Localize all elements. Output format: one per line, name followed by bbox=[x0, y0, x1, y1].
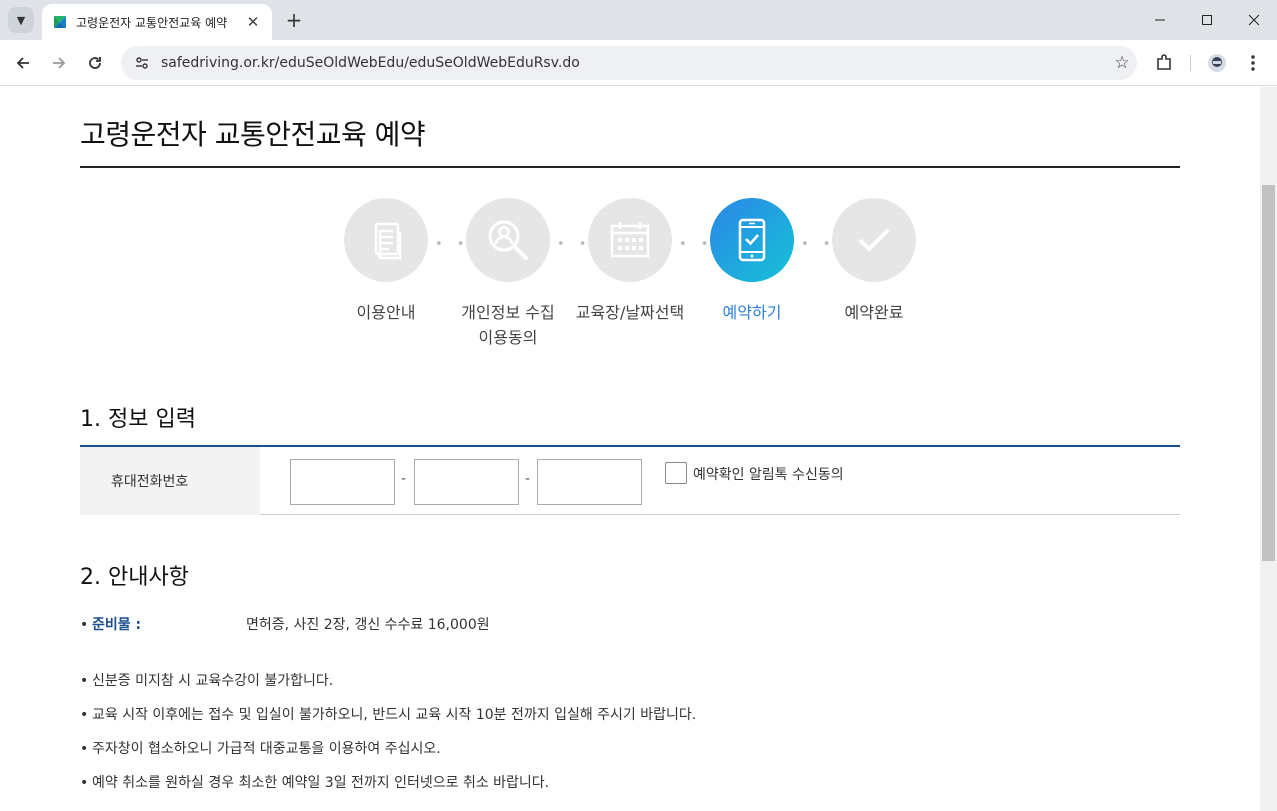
step-label-line2: 이용동의 bbox=[478, 328, 538, 347]
bookmark-star-icon[interactable]: ☆ bbox=[1107, 53, 1137, 73]
step-label: 이용안내 bbox=[356, 303, 416, 322]
forward-button[interactable] bbox=[46, 50, 72, 76]
bullet: • bbox=[80, 707, 89, 723]
tab-close-icon[interactable]: ✕ bbox=[244, 13, 262, 31]
step-label: 개인정보 수집 이용동의 bbox=[446, 300, 570, 350]
arrow-left-icon bbox=[16, 57, 29, 69]
consent-checkbox-label[interactable]: 예약확인 알림톡 수신동의 bbox=[693, 464, 844, 484]
phone-input-1[interactable] bbox=[290, 459, 395, 505]
maximize-icon bbox=[1202, 15, 1212, 25]
preparation-value: 면허증, 사진 2장, 갱신 수수료 16,000원 bbox=[246, 617, 490, 633]
phone-dash: - bbox=[525, 471, 531, 487]
check-icon bbox=[858, 228, 890, 252]
step-label: 교육장/날짜선택 bbox=[575, 303, 685, 322]
section-title-info-input: 1. 정보 입력 bbox=[80, 407, 196, 432]
url-text[interactable]: safedriving.or.kr/eduSeOldWebEdu/eduSeOl… bbox=[161, 55, 1107, 71]
scrollbar-thumb[interactable] bbox=[1262, 185, 1275, 561]
chevron-down-icon: ▼ bbox=[16, 13, 26, 27]
section-title-notice: 2. 안내사항 bbox=[80, 565, 189, 590]
document-icon bbox=[374, 222, 402, 260]
bullet: • bbox=[80, 617, 89, 633]
step-circle bbox=[588, 198, 672, 282]
notice-text: 교육 시작 이후에는 접수 및 입실이 불가하오니, 반드시 교육 시작 10분… bbox=[92, 707, 697, 723]
new-tab-button[interactable]: + bbox=[282, 8, 306, 32]
step-label: 예약하기 bbox=[722, 303, 782, 322]
notice-text: 신분증 미지참 시 교육수강이 불가합니다. bbox=[92, 673, 334, 689]
list-item: • 예약 취소를 원하실 경우 최소한 예약일 3일 전까지 인터넷으로 취소 바… bbox=[80, 772, 549, 792]
phone-input-2[interactable] bbox=[414, 459, 519, 505]
step-guide: 이용안내 bbox=[324, 198, 448, 325]
reload-icon bbox=[89, 57, 101, 69]
maximize-button[interactable] bbox=[1184, 0, 1230, 40]
step-label-line1: 개인정보 수집 bbox=[461, 303, 555, 322]
step-circle bbox=[466, 198, 550, 282]
bullet: • bbox=[80, 741, 89, 757]
notice-text: 주자창이 협소하오니 가급적 대중교통을 이용하여 주십시오. bbox=[92, 741, 441, 757]
reload-button[interactable] bbox=[82, 50, 108, 76]
preparation-label: 준비물 : bbox=[92, 617, 142, 633]
step-consent: 개인정보 수집 이용동의 bbox=[446, 198, 570, 350]
page-title: 고령운전자 교통안전교육 예약 bbox=[80, 118, 426, 151]
browser-toolbar: safedriving.or.kr/eduSeOldWebEdu/eduSeOl… bbox=[0, 40, 1277, 86]
address-bar[interactable]: safedriving.or.kr/eduSeOldWebEdu/eduSeOl… bbox=[121, 46, 1137, 80]
site-info-icon[interactable] bbox=[131, 55, 153, 71]
phone-input-3[interactable] bbox=[537, 459, 642, 505]
minimize-icon bbox=[1155, 19, 1165, 21]
list-item: • 신분증 미지참 시 교육수강이 불가합니다. bbox=[80, 670, 333, 690]
step-date-select: 교육장/날짜선택 bbox=[568, 198, 692, 325]
calendar-icon bbox=[610, 222, 650, 258]
step-complete: 예약완료 bbox=[812, 198, 936, 325]
close-window-button[interactable] bbox=[1231, 0, 1277, 40]
step-label: 예약완료 bbox=[844, 303, 904, 322]
minimize-button[interactable] bbox=[1137, 0, 1183, 40]
title-divider bbox=[80, 166, 1180, 168]
bullet: • bbox=[80, 673, 89, 689]
toolbar-divider bbox=[1190, 55, 1191, 71]
browser-tab-bar: ▼ 고령운전자 교통안전교육 예약 ✕ + bbox=[0, 0, 1277, 40]
list-item: • 교육 시작 이후에는 접수 및 입실이 불가하오니, 반드시 교육 시작 10… bbox=[80, 704, 696, 724]
avatar-icon bbox=[1208, 54, 1226, 72]
tab-title: 고령운전자 교통안전교육 예약 bbox=[76, 15, 228, 30]
list-item: • 주자창이 협소하오니 가급적 대중교통을 이용하여 주십시오. bbox=[80, 738, 441, 758]
site-favicon-icon bbox=[54, 16, 66, 28]
back-button[interactable] bbox=[10, 50, 36, 76]
browser-menu-button[interactable] bbox=[1240, 50, 1266, 76]
phone-dash: - bbox=[401, 471, 407, 487]
list-item-preparation: • 준비물 : 면허증, 사진 2장, 갱신 수수료 16,000원 bbox=[80, 614, 780, 634]
phone-label: 휴대전화번호 bbox=[80, 447, 260, 515]
close-icon bbox=[1248, 14, 1260, 26]
step-circle-active bbox=[710, 198, 794, 282]
search-person-icon bbox=[488, 220, 528, 260]
step-reserve: 예약하기 bbox=[690, 198, 814, 325]
bullet: • bbox=[80, 775, 89, 791]
mobile-check-icon bbox=[738, 218, 766, 262]
profile-avatar[interactable] bbox=[1204, 50, 1230, 76]
consent-checkbox[interactable] bbox=[665, 462, 687, 484]
arrow-right-icon bbox=[53, 57, 66, 69]
browser-tab[interactable]: 고령운전자 교통안전교육 예약 ✕ bbox=[42, 4, 272, 40]
step-circle bbox=[832, 198, 916, 282]
tab-search-dropdown[interactable]: ▼ bbox=[8, 7, 34, 33]
extensions-button[interactable] bbox=[1151, 50, 1177, 76]
notice-text: 예약 취소를 원하실 경우 최소한 예약일 3일 전까지 인터넷으로 취소 바랍… bbox=[92, 775, 550, 791]
puzzle-icon bbox=[1157, 54, 1171, 70]
more-vertical-icon bbox=[1251, 55, 1255, 71]
phone-form-row: 휴대전화번호 - - 예약확인 알림톡 수신동의 bbox=[80, 445, 1180, 515]
step-circle bbox=[344, 198, 428, 282]
